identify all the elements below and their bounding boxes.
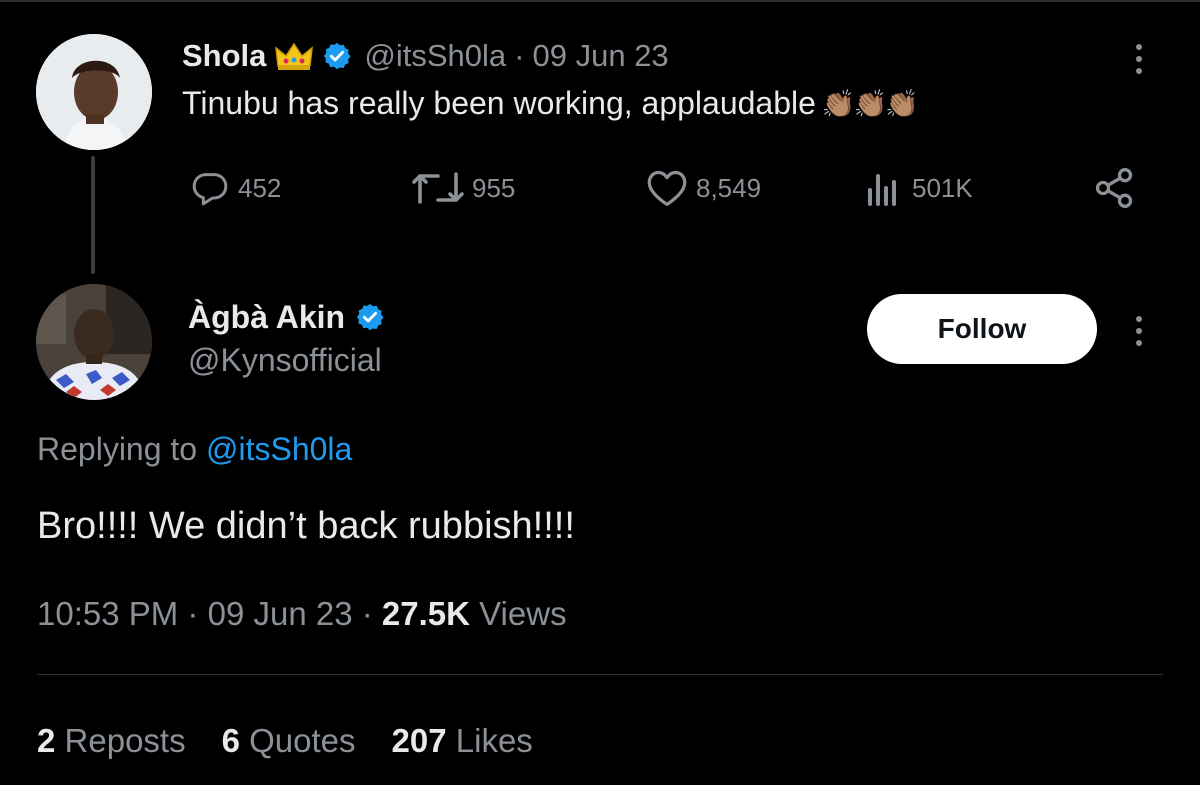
reposts-count: 2 xyxy=(37,722,56,759)
focus-author-handle[interactable]: @Kynsofficial xyxy=(188,342,382,379)
agba-akin-avatar[interactable] xyxy=(36,284,152,400)
retweet-button[interactable]: 955 xyxy=(410,166,515,210)
parent-tweet-body: Tinubu has really been working, applauda… xyxy=(182,85,816,121)
quotes-label: Quotes xyxy=(249,722,356,759)
likes-label: Likes xyxy=(455,722,533,759)
views-button[interactable]: 501K xyxy=(862,166,973,210)
like-button[interactable]: 8,549 xyxy=(644,166,761,210)
reply-icon xyxy=(192,173,228,206)
reposts-stat[interactable]: 2 Reposts xyxy=(37,722,186,760)
tweet-time[interactable]: 10:53 PM xyxy=(37,595,178,632)
separator-dot: · xyxy=(514,38,525,73)
top-divider xyxy=(0,0,1200,2)
shola-avatar[interactable] xyxy=(36,34,152,150)
follow-button[interactable]: Follow xyxy=(867,294,1097,364)
tweet-date[interactable]: 09 Jun 23 xyxy=(208,595,353,632)
clapping-hands-emoji: 👏🏽👏🏽👏🏽 xyxy=(821,88,919,119)
retweet-icon xyxy=(412,172,464,204)
tweet-views-label: Views xyxy=(479,595,567,632)
replying-mention-link[interactable]: @itsSh0la xyxy=(206,431,352,467)
views-count: 501K xyxy=(912,172,973,203)
parent-author-name[interactable]: Shola xyxy=(182,38,266,74)
likes-stat[interactable]: 207 Likes xyxy=(392,722,533,760)
share-icon xyxy=(1095,168,1133,208)
parent-tweet-date[interactable]: 09 Jun 23 xyxy=(533,38,669,74)
engagement-stats: 2 Reposts 6 Quotes 207 Likes xyxy=(37,722,533,760)
more-options-icon[interactable] xyxy=(1136,316,1142,346)
stats-divider xyxy=(37,674,1163,675)
share-button[interactable] xyxy=(1092,166,1142,210)
parent-author-handle[interactable]: @itsSh0la xyxy=(364,38,506,74)
retweet-count: 955 xyxy=(472,172,516,203)
more-options-icon[interactable] xyxy=(1136,44,1142,74)
focus-tweet-text: Bro!!!! We didn’t back rubbish!!!! xyxy=(37,505,575,547)
like-count: 8,549 xyxy=(696,172,762,203)
views-icon xyxy=(868,174,896,206)
quotes-stat[interactable]: 6 Quotes xyxy=(222,722,356,760)
replying-to-line: Replying to @itsSh0la xyxy=(37,431,352,468)
separator-dot: · xyxy=(361,595,373,632)
reposts-label: Reposts xyxy=(64,722,186,759)
verified-badge-icon xyxy=(355,302,385,332)
reply-button[interactable]: 452 xyxy=(188,166,281,210)
parent-tweet-header: Shola @itsSh0la · 09 Jun 23 xyxy=(182,36,669,76)
separator-dot: · xyxy=(187,595,199,632)
quotes-count: 6 xyxy=(221,722,240,759)
likes-count: 207 xyxy=(391,722,447,759)
tweet-meta: 10:53 PM · 09 Jun 23 · 27.5K Views xyxy=(37,595,567,633)
tweet-views-count: 27.5K xyxy=(381,595,470,632)
parent-tweet-text: Tinubu has really been working, applauda… xyxy=(182,85,919,122)
focus-author-name-row: Àgbà Akin xyxy=(188,296,385,338)
heart-icon xyxy=(647,170,687,206)
replying-prefix: Replying to xyxy=(37,431,198,467)
verified-badge-icon xyxy=(322,41,352,71)
thread-connector xyxy=(91,156,95,274)
focus-author-name[interactable]: Àgbà Akin xyxy=(188,299,345,336)
reply-count: 452 xyxy=(238,172,282,203)
crown-icon xyxy=(274,40,314,72)
